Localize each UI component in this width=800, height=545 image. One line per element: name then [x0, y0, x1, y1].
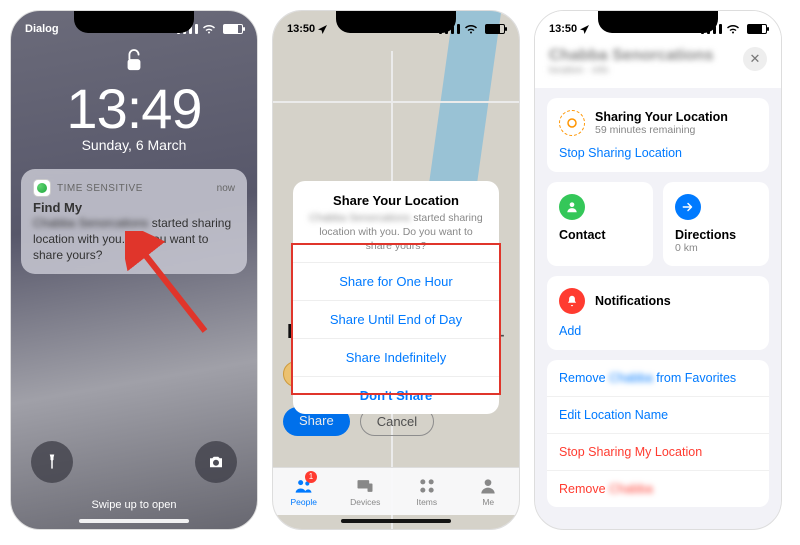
notifications-label: Notifications [595, 294, 671, 308]
directions-label: Directions [675, 228, 757, 242]
notch [336, 11, 456, 33]
camera-button[interactable] [195, 441, 237, 483]
tab-bar: 1 People Devices Items Me [273, 467, 519, 515]
flashlight-button[interactable] [31, 441, 73, 483]
notifications-card: Notifications Add [547, 276, 769, 350]
stop-sharing-link[interactable]: Stop Sharing Location [559, 146, 757, 160]
clock-time: 13:49 [11, 76, 257, 141]
notification-app-name: Find My [33, 200, 235, 215]
findmy-phone: 13:50 People + This person shares locati… [272, 10, 520, 530]
contact-card[interactable]: Contact [547, 182, 653, 266]
share-indefinitely-option[interactable]: Share Indefinitely [293, 338, 499, 376]
sharing-card: Sharing Your Location 59 minutes remaini… [547, 98, 769, 172]
battery-icon [223, 24, 243, 34]
people-badge: 1 [305, 471, 317, 483]
bell-icon [559, 288, 585, 314]
findmy-app-icon [33, 179, 51, 197]
tab-items[interactable]: Items [396, 468, 458, 515]
sharing-title: Sharing Your Location [595, 110, 728, 124]
stop-sharing-my-location-action[interactable]: Stop Sharing My Location [547, 433, 769, 470]
swipe-hint: Swipe up to open [11, 499, 257, 511]
wifi-icon [726, 24, 740, 34]
tab-people[interactable]: 1 People [273, 468, 335, 515]
location-arrow-icon [580, 25, 589, 34]
directions-icon [675, 194, 701, 220]
notification-age: now [217, 183, 235, 194]
actions-list: Remove Chabba from Favorites Edit Locati… [547, 360, 769, 507]
person-name: Chabba Senorcations [549, 47, 733, 65]
time-label: 13:50 [549, 23, 577, 35]
notch [598, 11, 718, 33]
sharing-icon [559, 110, 585, 136]
home-indicator[interactable] [341, 519, 451, 523]
wifi-icon [202, 24, 216, 34]
directions-distance: 0 km [675, 242, 757, 254]
battery-icon [485, 24, 505, 34]
remove-favorite-action[interactable]: Remove Chabba from Favorites [547, 360, 769, 396]
close-button[interactable]: ✕ [743, 47, 767, 71]
person-detail-phone: 13:50 Chabba Senorcations location · inf… [534, 10, 782, 530]
sharing-subtitle: 59 minutes remaining [595, 124, 728, 136]
share-one-hour-option[interactable]: Share for One Hour [293, 262, 499, 300]
person-location: location · info [549, 65, 733, 76]
lockscreen-phone: Dialog 13:49 Sunday, 6 March TIME SENSIT… [10, 10, 258, 530]
edit-location-name-action[interactable]: Edit Location Name [547, 396, 769, 433]
contact-icon [559, 194, 585, 220]
home-indicator[interactable] [79, 519, 189, 523]
wifi-icon [464, 24, 478, 34]
dont-share-option[interactable]: Don't Share [293, 376, 499, 414]
tab-me[interactable]: Me [458, 468, 520, 515]
clock-date: Sunday, 6 March [11, 137, 257, 153]
sheet-title: Share Your Location [309, 193, 483, 208]
sheet-subtitle: Chabba Senorcations started sharing loca… [309, 211, 483, 254]
share-location-sheet: Share Your Location Chabba Senorcations … [293, 181, 499, 414]
add-notification-link[interactable]: Add [559, 324, 757, 338]
time-label: 13:50 [287, 23, 315, 35]
carrier-label: Dialog [25, 23, 59, 35]
notch [74, 11, 194, 33]
tab-devices[interactable]: Devices [335, 468, 397, 515]
location-arrow-icon [318, 25, 327, 34]
battery-icon [747, 24, 767, 34]
remove-person-action[interactable]: Remove Chabba [547, 470, 769, 507]
contact-label: Contact [559, 228, 641, 242]
annotation-arrow [125, 231, 215, 346]
time-sensitive-tag: TIME SENSITIVE [57, 183, 143, 194]
share-end-of-day-option[interactable]: Share Until End of Day [293, 300, 499, 338]
directions-card[interactable]: Directions 0 km [663, 182, 769, 266]
